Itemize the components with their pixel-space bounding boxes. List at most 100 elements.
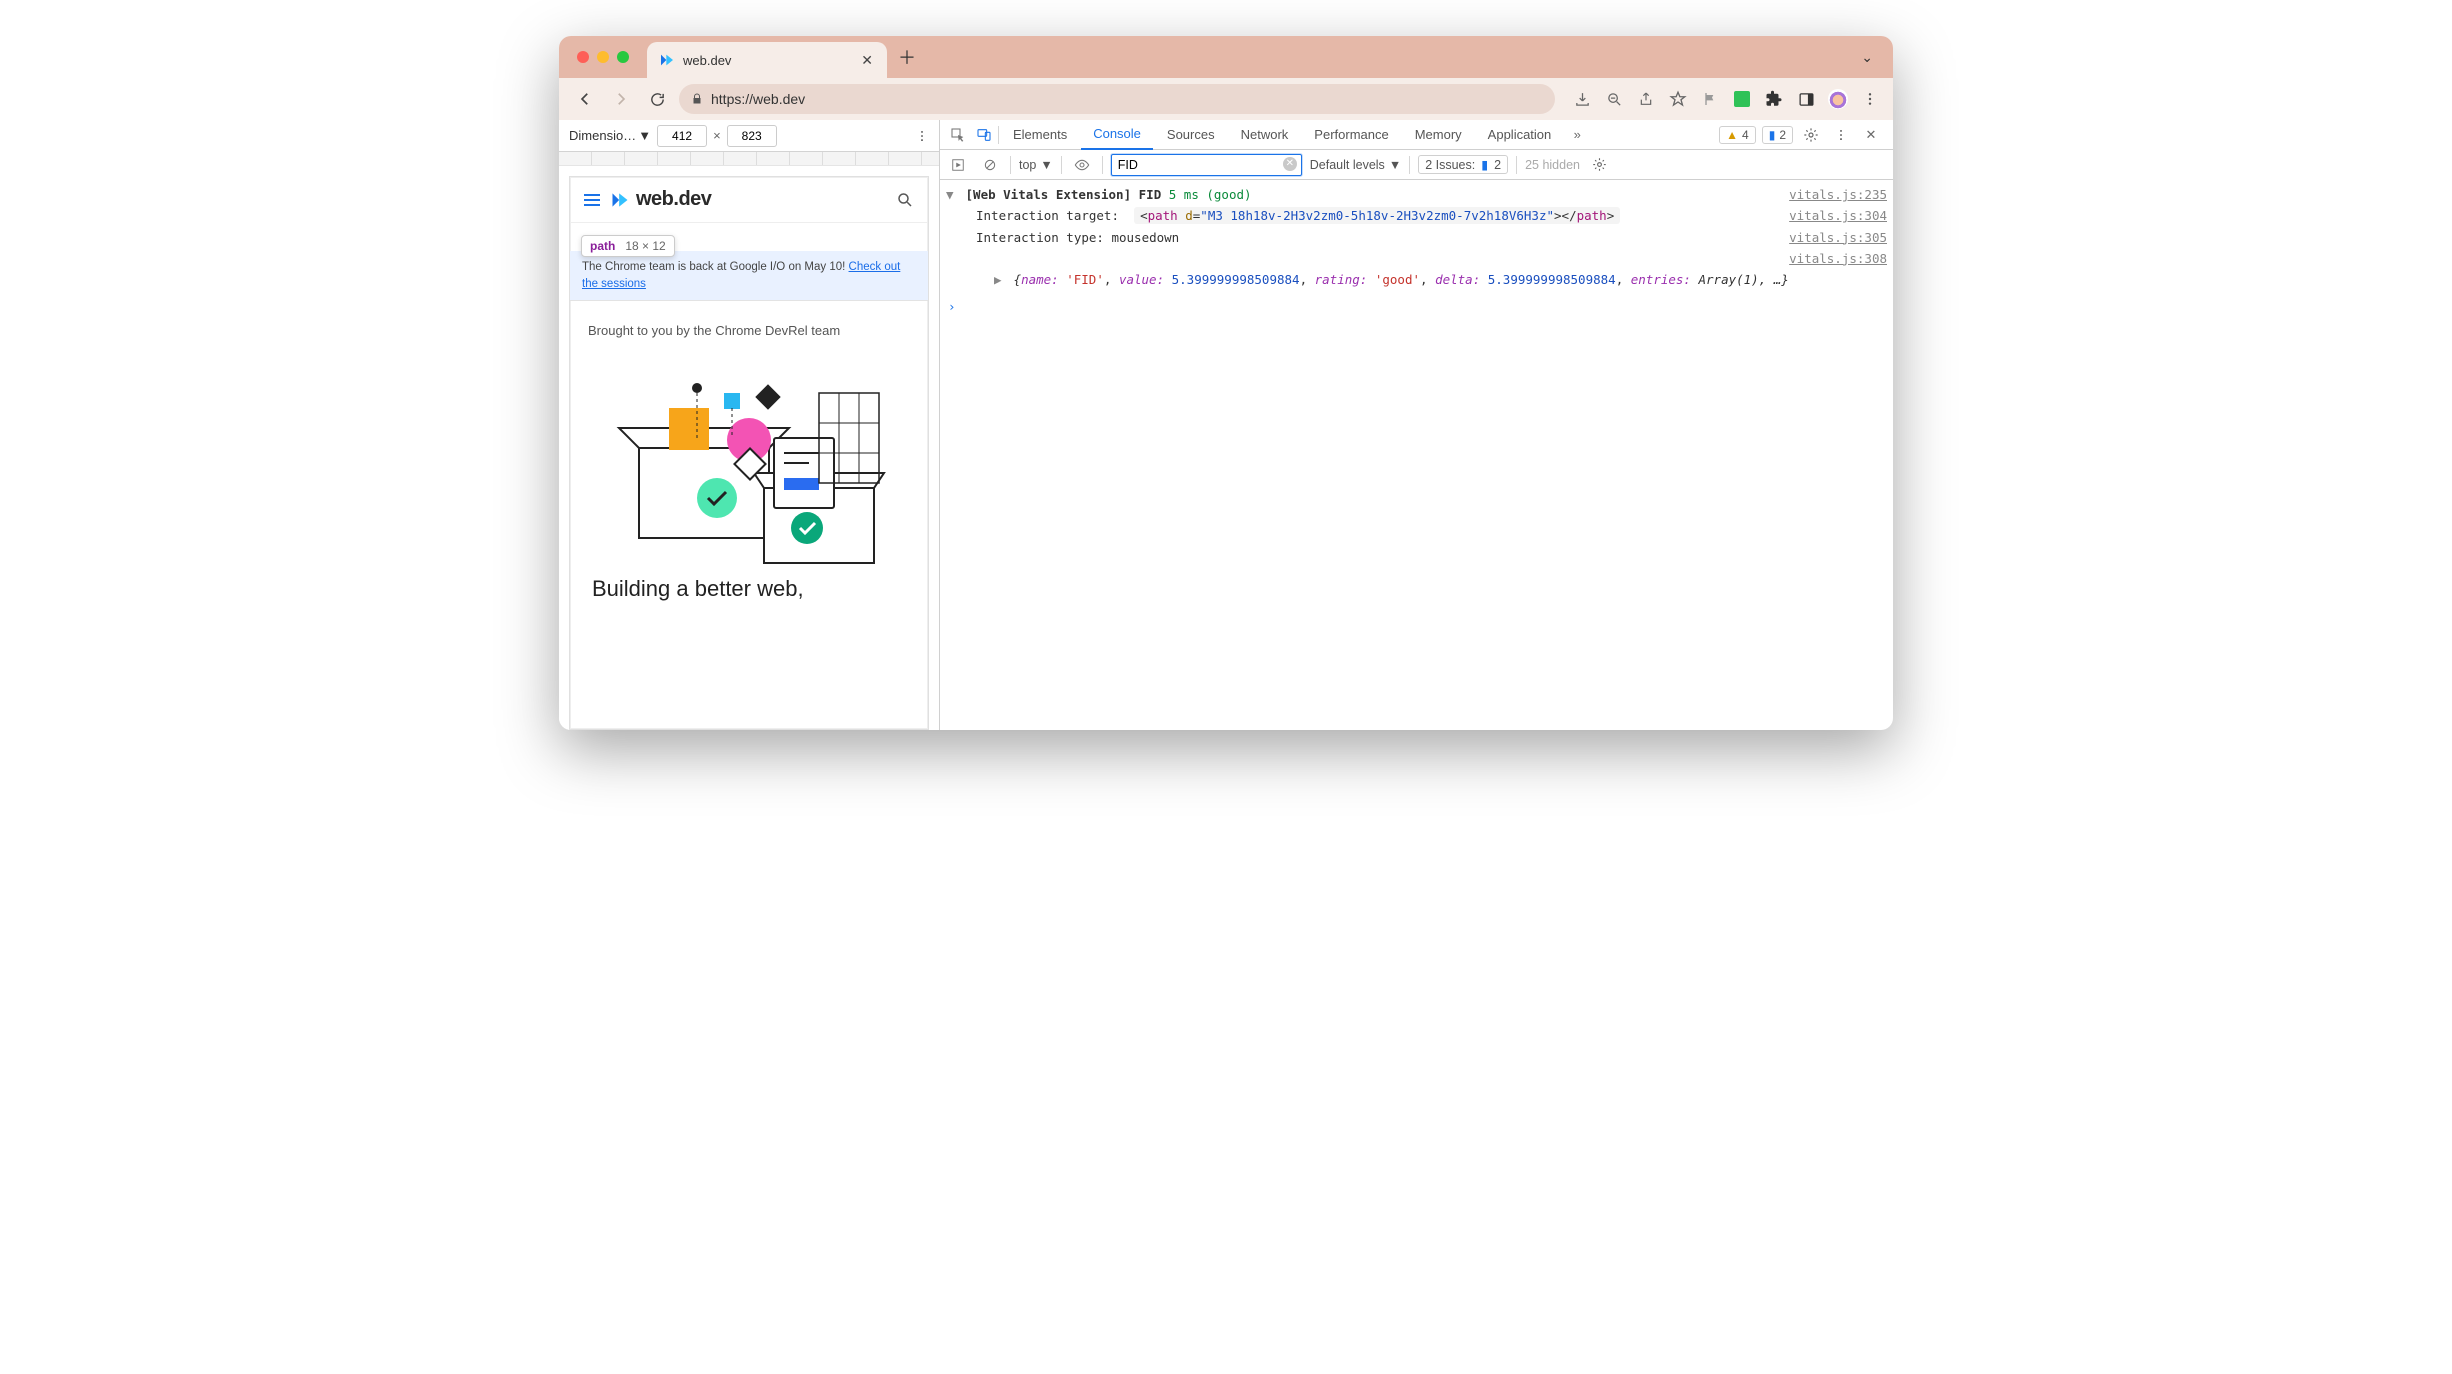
console-settings-gear-icon[interactable] — [1588, 153, 1612, 177]
device-toggle-icon[interactable] — [972, 123, 996, 147]
issues-count: 2 — [1494, 158, 1501, 172]
log-source: [Web Vitals Extension] — [966, 187, 1132, 202]
back-button[interactable] — [571, 85, 599, 113]
ruler — [559, 152, 939, 166]
tab-performance[interactable]: Performance — [1302, 120, 1400, 150]
close-window-button[interactable] — [577, 51, 589, 63]
tab-memory[interactable]: Memory — [1403, 120, 1474, 150]
source-link[interactable]: vitals.js:308 — [1777, 248, 1887, 269]
viewport-width-input[interactable] — [657, 125, 707, 147]
settings-gear-icon[interactable] — [1799, 123, 1823, 147]
banner-text: The Chrome team is back at Google I/O on… — [582, 261, 849, 273]
log-object[interactable]: ▶ {name: 'FID', value: 5.399999998509884… — [946, 269, 1887, 290]
tab-list-caret-icon[interactable]: ⌄ — [1861, 49, 1873, 66]
more-tabs-icon[interactable]: » — [1565, 123, 1589, 147]
device-preview-pane: Dimensio… ▼ × web.dev — [559, 120, 940, 730]
live-expression-eye-icon[interactable] — [1070, 153, 1094, 177]
share-icon[interactable] — [1635, 88, 1657, 110]
tab-console[interactable]: Console — [1081, 120, 1153, 150]
caret-down-icon: ▼ — [1040, 158, 1052, 172]
filter-wrap: ✕ — [1111, 154, 1302, 176]
clear-filter-icon[interactable]: ✕ — [1283, 157, 1297, 171]
issues-pill[interactable]: 2 Issues: ▮ 2 — [1418, 155, 1508, 174]
kebab-menu-icon[interactable] — [1859, 88, 1881, 110]
messages-pill[interactable]: ▮2 — [1762, 126, 1793, 144]
download-icon[interactable] — [1571, 88, 1593, 110]
devtools-close-icon[interactable]: ✕ — [1859, 123, 1883, 147]
device-select[interactable]: Dimensio… ▼ — [569, 128, 651, 143]
disclosure-triangle-icon[interactable]: ▼ — [946, 184, 958, 205]
titlebar: web.dev ✕ ＋ ⌄ — [559, 36, 1893, 78]
source-link[interactable]: vitals.js:304 — [1777, 205, 1887, 226]
tooltip-dimensions: 18 × 12 — [625, 239, 665, 253]
source-link[interactable]: vitals.js:235 — [1777, 184, 1887, 205]
devtools-tabs: Elements Console Sources Network Perform… — [940, 120, 1893, 150]
url-text: https://web.dev — [711, 91, 805, 107]
reload-button[interactable] — [643, 85, 671, 113]
devtools-panel: Elements Console Sources Network Perform… — [940, 120, 1893, 730]
tab-application[interactable]: Application — [1476, 120, 1564, 150]
source-link[interactable]: vitals.js:305 — [1777, 227, 1887, 248]
flag-icon[interactable] — [1699, 88, 1721, 110]
log-line: Interaction target: <path d="M3 18h18v-2… — [946, 205, 1887, 226]
tooltip-element: path — [590, 239, 615, 253]
log-label: Interaction type: — [976, 230, 1104, 245]
address-bar[interactable]: https://web.dev — [679, 84, 1555, 114]
hero-heading: Building a better web, — [570, 568, 928, 610]
toolbar-right — [1571, 88, 1881, 110]
tab-title: web.dev — [683, 53, 731, 68]
console-output[interactable]: ▼ [Web Vitals Extension] FID 5 ms (good)… — [940, 180, 1893, 730]
tab-sources[interactable]: Sources — [1155, 120, 1227, 150]
execution-play-icon[interactable] — [946, 153, 970, 177]
extension-square-icon[interactable] — [1731, 88, 1753, 110]
sidepanel-icon[interactable] — [1795, 88, 1817, 110]
console-prompt[interactable]: › — [946, 296, 1887, 317]
preview-brand-text: web.dev — [636, 188, 711, 211]
messages-count: 2 — [1779, 128, 1786, 142]
log-value: 5 ms (good) — [1169, 187, 1252, 202]
forward-button[interactable] — [607, 85, 635, 113]
html-node[interactable]: <path d="M3 18h18v-2H3v2zm0-5h18v-2H3v2z… — [1134, 207, 1620, 224]
device-more-icon[interactable] — [915, 129, 929, 143]
zoom-icon[interactable] — [1603, 88, 1625, 110]
caret-down-icon: ▼ — [1389, 158, 1401, 172]
log-line: Interaction type: mousedown vitals.js:30… — [946, 227, 1887, 248]
preview-brand[interactable]: web.dev — [610, 188, 711, 211]
browser-tab[interactable]: web.dev ✕ — [647, 42, 887, 78]
viewport-height-input[interactable] — [727, 125, 777, 147]
tab-close-icon[interactable]: ✕ — [861, 52, 873, 69]
tab-elements[interactable]: Elements — [1001, 120, 1079, 150]
extensions-puzzle-icon[interactable] — [1763, 88, 1785, 110]
profile-avatar[interactable] — [1827, 88, 1849, 110]
devtools-kebab-icon[interactable] — [1829, 123, 1853, 147]
bookmark-star-icon[interactable] — [1667, 88, 1689, 110]
log-metric: FID — [1139, 187, 1162, 202]
log-levels-select[interactable]: Default levels ▼ — [1310, 158, 1401, 172]
url-toolbar: https://web.dev — [559, 78, 1893, 120]
mobile-preview: web.dev path 18 × 12 The Chrome team is … — [569, 176, 929, 730]
warnings-pill[interactable]: ▲4 — [1719, 126, 1756, 144]
clear-console-icon[interactable] — [978, 153, 1002, 177]
browser-window: web.dev ✕ ＋ ⌄ https://web.dev — [559, 36, 1893, 730]
tab-network[interactable]: Network — [1229, 120, 1301, 150]
console-toolbar: top▼ ✕ Default levels ▼ 2 Issues: ▮ 2 — [940, 150, 1893, 180]
search-icon[interactable] — [896, 191, 914, 209]
console-filter-input[interactable] — [1111, 154, 1302, 176]
element-tooltip: path 18 × 12 — [581, 235, 675, 257]
log-levels-label: Default levels — [1310, 158, 1385, 172]
inspect-icon[interactable] — [946, 123, 970, 147]
minimize-window-button[interactable] — [597, 51, 609, 63]
preview-header: web.dev — [570, 177, 928, 223]
log-line: ▼ [Web Vitals Extension] FID 5 ms (good)… — [946, 184, 1887, 205]
new-tab-button[interactable]: ＋ — [891, 44, 923, 70]
log-label: Interaction target: — [976, 208, 1119, 223]
hero-illustration — [609, 348, 889, 568]
announcement-banner: The Chrome team is back at Google I/O on… — [570, 251, 928, 301]
disclosure-triangle-icon[interactable]: ▶ — [994, 269, 1006, 290]
context-select[interactable]: top▼ — [1019, 158, 1053, 172]
devrel-text: Brought to you by the Chrome DevRel team — [570, 301, 928, 348]
log-line: vitals.js:308 — [946, 248, 1887, 269]
maximize-window-button[interactable] — [617, 51, 629, 63]
hidden-count[interactable]: 25 hidden — [1525, 158, 1580, 172]
hamburger-icon[interactable] — [584, 194, 600, 206]
